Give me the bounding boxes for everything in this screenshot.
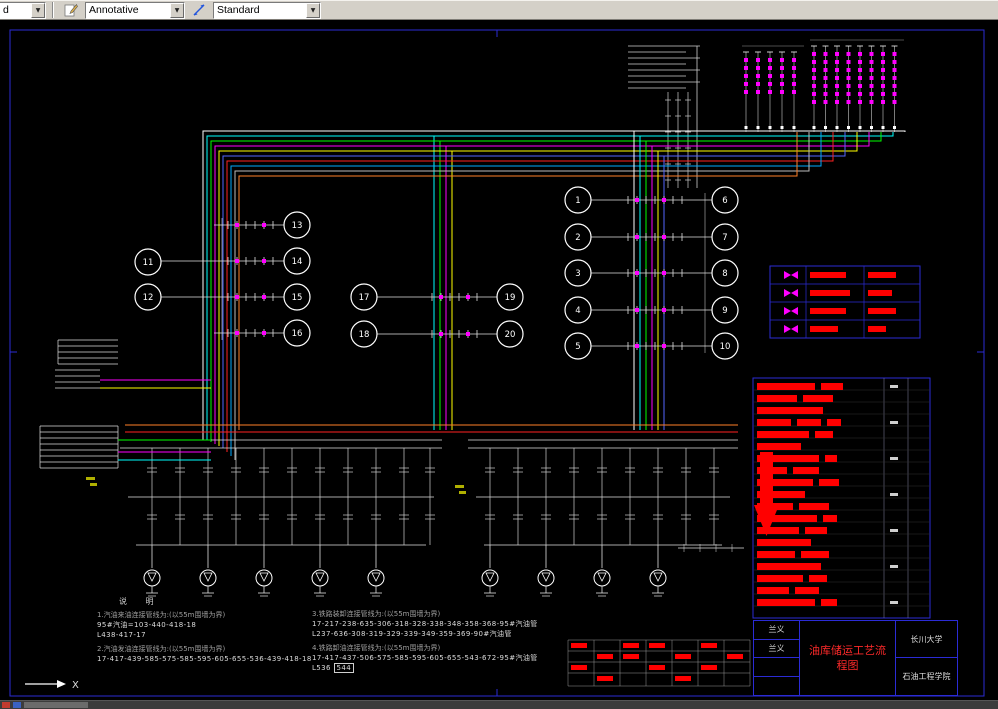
svg-text:12: 12 <box>143 293 154 303</box>
note-label: 4.铁路卸油连接管线为:(以55m围墙为界) <box>312 644 441 652</box>
tank-9[interactable]: 9 <box>711 296 739 324</box>
svg-text:5: 5 <box>575 342 580 352</box>
svg-text:3: 3 <box>575 269 580 279</box>
note-label: 3.铁路装卸连接管线为:(以55m围墙为界) <box>312 610 441 618</box>
annotative-style-combo[interactable]: Annotative ▼ <box>85 1 185 19</box>
college-name: 石油工程学院 <box>902 672 951 681</box>
note-value: L536 544 <box>312 663 574 673</box>
taskbar-app-button[interactable] <box>24 702 88 708</box>
dim-style-button[interactable] <box>188 1 210 19</box>
svg-text:15: 15 <box>292 293 303 303</box>
layer-combo-arrow-icon[interactable]: ▼ <box>31 2 45 18</box>
annotative-combo-arrow-icon[interactable]: ▼ <box>170 2 184 18</box>
text-style-icon <box>64 3 78 17</box>
svg-text:6: 6 <box>722 196 727 206</box>
svg-text:14: 14 <box>292 257 303 267</box>
toolbar-separator <box>52 2 54 18</box>
note-value: 17-217-238-635-306-318-328-338-348-358-3… <box>312 620 538 628</box>
taskbar-icon[interactable] <box>13 702 21 708</box>
title-block-org-column: 长川大学 石油工程学院 <box>896 621 957 695</box>
note-value: L536 <box>312 664 331 672</box>
autocad-window: d ▼ Annotative ▼ Standard ▼ 1 2 3 4 5 6 … <box>0 0 998 709</box>
tank-14[interactable]: 14 <box>283 247 311 275</box>
standard-style-value: Standard <box>217 4 260 16</box>
svg-text:18: 18 <box>359 330 370 340</box>
svg-text:16: 16 <box>292 329 303 339</box>
dim-style-icon <box>193 4 205 16</box>
pipe-schedule-table <box>752 377 931 619</box>
tank-18[interactable]: 18 <box>350 320 378 348</box>
note-boxed-value: 544 <box>333 663 355 673</box>
tank-10[interactable]: 10 <box>711 332 739 360</box>
taskbar-fragment[interactable] <box>0 700 998 709</box>
tank-3[interactable]: 3 <box>564 259 592 287</box>
title-block: 兰义 兰义 油库储运工艺流程图 长川大学 石油工程学院 <box>753 620 958 696</box>
svg-text:9: 9 <box>722 306 727 316</box>
styles-toolbar: d ▼ Annotative ▼ Standard ▼ <box>0 0 998 20</box>
title-block-name-column: 兰义 兰义 <box>754 621 800 695</box>
notes-heading: 说 明 <box>119 597 162 606</box>
tank-6[interactable]: 6 <box>711 186 739 214</box>
drawing-title: 油库储运工艺流程图 <box>800 621 896 695</box>
taskbar-icon[interactable] <box>2 702 10 708</box>
svg-text:19: 19 <box>505 293 516 303</box>
tank-17[interactable]: 17 <box>350 283 378 311</box>
svg-text:20: 20 <box>505 330 516 340</box>
school-name: 长川大学 <box>896 621 957 658</box>
tank-11[interactable]: 11 <box>134 248 162 276</box>
misc-annotations <box>86 477 744 552</box>
svg-text:8: 8 <box>722 269 727 279</box>
tank-12[interactable]: 12 <box>134 283 162 311</box>
notes-block: 说 明 1.汽油来油连接管线为:(以55m围墙为界) 95#汽油=103-440… <box>97 596 577 698</box>
annotative-style-value: Annotative <box>89 4 139 16</box>
layer-combo[interactable]: d ▼ <box>0 1 46 19</box>
tank-valve-runs[interactable] <box>161 193 712 353</box>
svg-text:1: 1 <box>575 196 580 206</box>
svg-text:10: 10 <box>720 342 731 352</box>
title-block-empty-cell <box>754 677 799 696</box>
layer-combo-value: d <box>3 4 9 16</box>
svg-text:4: 4 <box>575 306 580 316</box>
tank-8[interactable]: 8 <box>711 259 739 287</box>
ucs-icon: X <box>25 680 79 691</box>
ucs-x-label: X <box>72 680 79 691</box>
tank-2[interactable]: 2 <box>564 223 592 251</box>
standard-style-combo[interactable]: Standard ▼ <box>213 1 321 19</box>
tank-20[interactable]: 20 <box>496 320 524 348</box>
legend-box <box>769 265 921 339</box>
tank-13[interactable]: 13 <box>283 211 311 239</box>
valve-manifold-clusters[interactable] <box>742 39 904 132</box>
pump-manifolds[interactable] <box>120 439 738 597</box>
svg-text:13: 13 <box>292 221 303 231</box>
tank-1[interactable]: 1 <box>564 186 592 214</box>
title-block-name: 兰义 <box>754 621 799 640</box>
svg-text:11: 11 <box>143 258 154 268</box>
tank-4[interactable]: 4 <box>564 296 592 324</box>
title-block-empty-cell <box>754 658 799 677</box>
svg-text:7: 7 <box>722 233 727 243</box>
revision-table <box>567 639 751 687</box>
drawing-canvas[interactable]: 1 2 3 4 5 6 7 8 9 10 11 12 13 14 15 16 17 18 19 20 X 说 明 1.… <box>0 20 998 700</box>
svg-text:17: 17 <box>359 293 370 303</box>
tank-16[interactable]: 16 <box>283 319 311 347</box>
note-value: L237-636-308-319-329-339-349-359-369-90#… <box>312 630 512 638</box>
svg-text:2: 2 <box>575 233 580 243</box>
title-block-name: 兰义 <box>754 640 799 658</box>
tank-7[interactable]: 7 <box>711 223 739 251</box>
left-detail-tables[interactable] <box>39 339 211 469</box>
note-value: 17-417-437-506-575-585-595-605-655-543-6… <box>312 654 538 662</box>
tank-5[interactable]: 5 <box>564 332 592 360</box>
text-style-button[interactable] <box>60 1 82 19</box>
standard-combo-arrow-icon[interactable]: ▼ <box>306 2 320 18</box>
tank-19[interactable]: 19 <box>496 283 524 311</box>
tank-15[interactable]: 15 <box>283 283 311 311</box>
